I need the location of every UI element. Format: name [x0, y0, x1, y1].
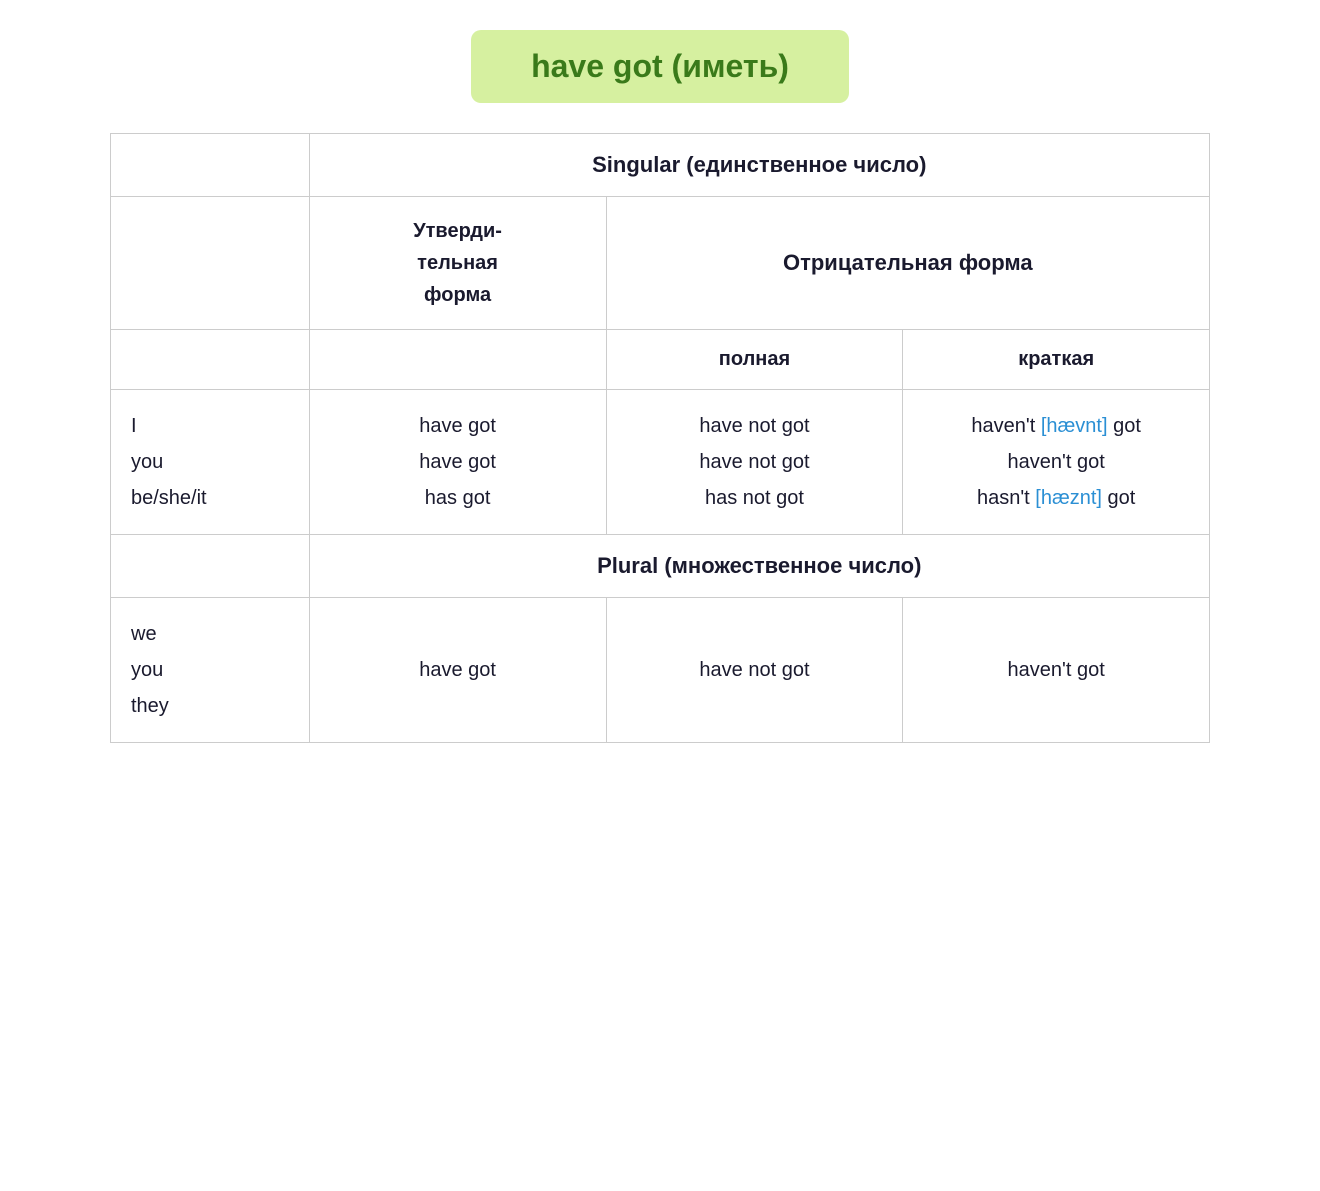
title-badge: have got (иметь) [471, 30, 849, 103]
plural-pronouns: weyouthey [111, 598, 310, 743]
affirmative-sub-empty [309, 330, 606, 390]
pronouns-header-empty [111, 197, 310, 330]
page-container: have got (иметь) Singular (единственное … [110, 30, 1210, 743]
grammar-table: Singular (единственное число) Утверди-те… [110, 133, 1210, 743]
plural-empty-corner [111, 535, 310, 598]
affirmative-header: Утверди-тельнаяформа [309, 197, 606, 330]
singular-header: Singular (единственное число) [309, 134, 1209, 197]
phonetic-haeznt: [hæznt] [1035, 487, 1102, 509]
plural-negative-full: have not got [606, 598, 903, 743]
singular-negative-full: have not gothave not gothas not got [606, 390, 903, 535]
singular-pronouns: Iyoube/she/it [111, 390, 310, 535]
singular-negative-short: haven't [hævnt] got haven't got hasn't [… [903, 390, 1210, 535]
negative-header: Отрицательная форма [606, 197, 1209, 330]
phonetic-haevnt: [hævnt] [1041, 415, 1108, 437]
plural-header: Plural (множественное число) [309, 535, 1209, 598]
sub-empty [111, 330, 310, 390]
short-subheader: краткая [903, 330, 1210, 390]
full-subheader: полная [606, 330, 903, 390]
plural-affirmative: have got [309, 598, 606, 743]
singular-affirmative: have gothave gothas got [309, 390, 606, 535]
empty-corner-cell [111, 134, 310, 197]
plural-negative-short: haven't got [903, 598, 1210, 743]
